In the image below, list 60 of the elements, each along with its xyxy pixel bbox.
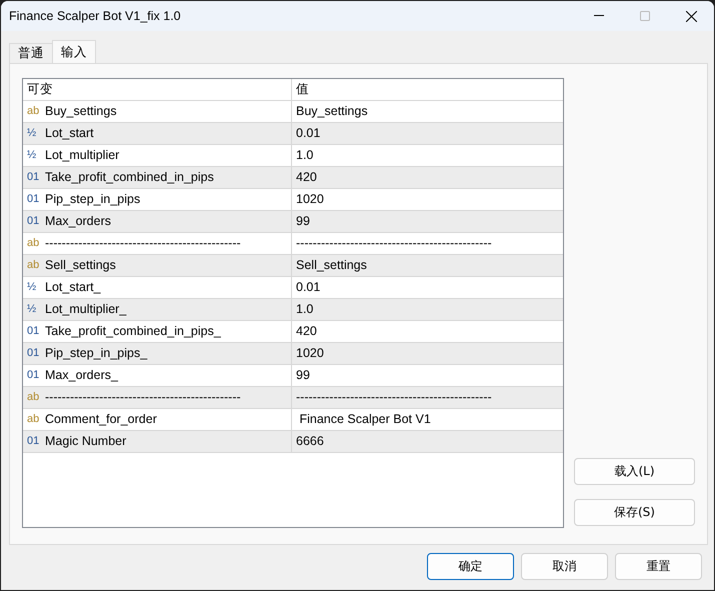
- text-type-icon: ab: [27, 101, 42, 122]
- integer-type-icon: 01: [27, 343, 42, 364]
- integer-type-icon: 01: [27, 189, 42, 210]
- dialog-button[interactable]: 取消: [521, 553, 608, 580]
- fraction-type-icon: ½: [27, 145, 42, 166]
- integer-type-icon: 01: [27, 211, 42, 232]
- parameter-value[interactable]: 6666: [296, 431, 324, 452]
- parameter-value[interactable]: 0.01: [296, 277, 320, 298]
- text-type-icon: ab: [27, 233, 42, 254]
- parameter-name: Max_orders_: [45, 367, 118, 384]
- parameter-name: Pip_step_in_pips_: [45, 345, 148, 362]
- parameter-value[interactable]: 1020: [296, 189, 324, 210]
- parameter-name: Lot_multiplier: [45, 147, 120, 164]
- parameter-value[interactable]: 0.01: [296, 123, 320, 144]
- parameter-value[interactable]: Buy_settings: [296, 101, 368, 122]
- parameter-value[interactable]: 99: [296, 365, 310, 386]
- integer-type-icon: 01: [27, 167, 42, 188]
- text-type-icon: ab: [27, 255, 42, 276]
- fraction-type-icon: ½: [27, 299, 42, 320]
- parameter-value[interactable]: -----------------------------------------------: [296, 387, 492, 408]
- fraction-type-icon: ½: [27, 277, 42, 298]
- parameter-name: Max_orders: [45, 213, 111, 230]
- parameter-value[interactable]: 1.0: [296, 145, 314, 166]
- parameter-name: Lot_start: [45, 125, 94, 142]
- text-type-icon: ab: [27, 409, 42, 430]
- dialog-button[interactable]: 确定: [427, 553, 514, 580]
- integer-type-icon: 01: [27, 321, 42, 342]
- parameter-value[interactable]: 1.0: [296, 299, 314, 320]
- window-title: Finance Scalper Bot V1_fix 1.0: [9, 9, 182, 23]
- parameter-name: Take_profit_combined_in_pips: [45, 169, 214, 186]
- parameter-name: -----------------------------------------------: [45, 389, 241, 406]
- close-icon[interactable]: [686, 10, 696, 22]
- parameter-value[interactable]: 420: [296, 167, 317, 188]
- parameter-name: -----------------------------------------------: [45, 235, 241, 252]
- load-button[interactable]: 载入(L): [574, 458, 695, 485]
- column-header[interactable]: 值: [292, 79, 563, 100]
- parameter-name: Take_profit_combined_in_pips_: [45, 323, 221, 340]
- parameter-name: Lot_start_: [45, 279, 101, 296]
- parameter-value[interactable]: Finance Scalper Bot V1: [296, 409, 431, 430]
- parameter-name: Buy_settings: [45, 103, 117, 120]
- parameter-value[interactable]: 1020: [296, 343, 324, 364]
- parameter-name: Pip_step_in_pips: [45, 191, 140, 208]
- fraction-type-icon: ½: [27, 123, 42, 144]
- minimize-icon[interactable]: [594, 15, 604, 17]
- parameter-value[interactable]: 99: [296, 211, 310, 232]
- parameter-name: Magic Number: [45, 433, 126, 450]
- parameter-name: Sell_settings: [45, 257, 116, 274]
- tab[interactable]: 输入: [52, 40, 96, 63]
- parameter-name: Lot_multiplier_: [45, 301, 126, 318]
- parameter-value[interactable]: 420: [296, 321, 317, 342]
- integer-type-icon: 01: [27, 365, 42, 386]
- save-button[interactable]: 保存(S): [574, 499, 695, 526]
- parameter-value[interactable]: Sell_settings: [296, 255, 367, 276]
- integer-type-icon: 01: [27, 431, 42, 452]
- dialog-button[interactable]: 重置: [615, 553, 702, 580]
- parameter-name: Comment_for_order: [45, 411, 157, 428]
- column-header[interactable]: 可变: [23, 79, 292, 100]
- tab[interactable]: 普通: [9, 43, 53, 63]
- text-type-icon: ab: [27, 387, 42, 408]
- parameter-value[interactable]: -----------------------------------------------: [296, 233, 492, 254]
